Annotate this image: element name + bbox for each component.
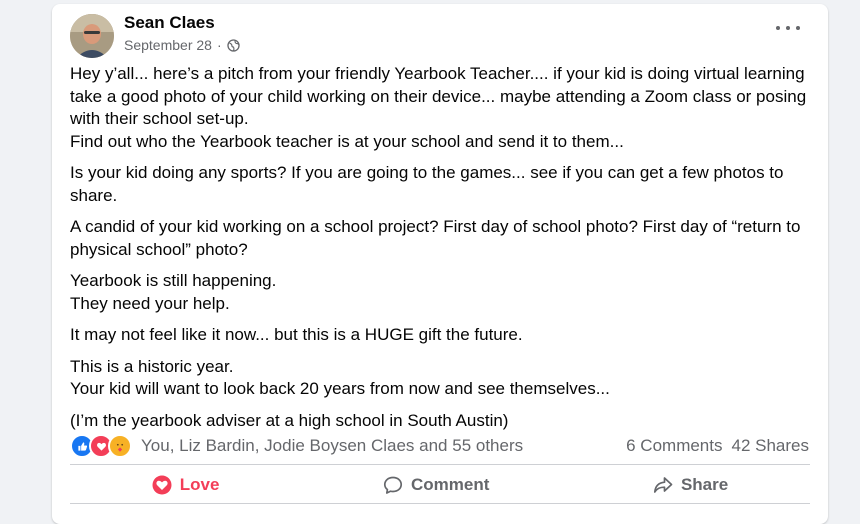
reaction-stats: You, Liz Bardin, Jodie Boysen Claes and …: [70, 434, 809, 458]
share-label: Share: [680, 475, 729, 494]
divider: [70, 464, 810, 465]
post-meta: September 28 ·: [124, 37, 240, 53]
share-button[interactable]: Share: [653, 475, 728, 495]
comment-button[interactable]: Comment: [383, 475, 489, 495]
love-button[interactable]: Love: [152, 475, 220, 495]
post-body: Hey y’all... here’s a pitch from your fr…: [70, 63, 810, 441]
avatar[interactable]: [70, 14, 114, 58]
post-paragraph: (I’m the yearbook adviser at a high scho…: [70, 410, 509, 430]
comment-icon: [383, 476, 403, 494]
reactors-text[interactable]: You, Liz Bardin, Jodie Boysen Claes and …: [141, 436, 523, 456]
more-options-icon[interactable]: [776, 22, 800, 34]
care-reaction-icon: [108, 434, 132, 458]
post-paragraph: It may not feel like it now... but this …: [70, 325, 523, 344]
engagement-counts: 6 Comments 42 Shares: [626, 436, 809, 456]
post-paragraph: Hey y’all... here’s a pitch from your fr…: [70, 64, 807, 151]
action-bar: Love Comment Share: [70, 470, 810, 500]
divider: [70, 503, 810, 504]
comments-count[interactable]: 6 Comments: [626, 436, 722, 456]
shares-count[interactable]: 42 Shares: [732, 436, 810, 456]
share-icon: [653, 477, 673, 493]
globe-icon: [226, 38, 240, 52]
post-card: Sean Claes September 28 · Hey y’all... h…: [52, 4, 828, 524]
reaction-icons[interactable]: [70, 434, 132, 458]
post-paragraph: This is a historic year. Your kid will w…: [70, 356, 610, 399]
love-icon: [152, 475, 172, 495]
post-date[interactable]: September 28: [124, 37, 212, 53]
love-label: Love: [179, 475, 220, 494]
post-paragraph: A candid of your kid working on a school…: [70, 217, 801, 259]
dot: [796, 26, 800, 30]
dot: [786, 26, 790, 30]
post-paragraph: Is your kid doing any sports? If you are…: [70, 163, 784, 205]
dot: [776, 26, 780, 30]
meta-separator: ·: [216, 37, 222, 53]
post-paragraph: Yearbook is still happening. They need y…: [70, 271, 277, 313]
author-name[interactable]: Sean Claes: [124, 13, 215, 33]
comment-label: Comment: [411, 475, 490, 494]
avatar-photo: [70, 14, 114, 58]
